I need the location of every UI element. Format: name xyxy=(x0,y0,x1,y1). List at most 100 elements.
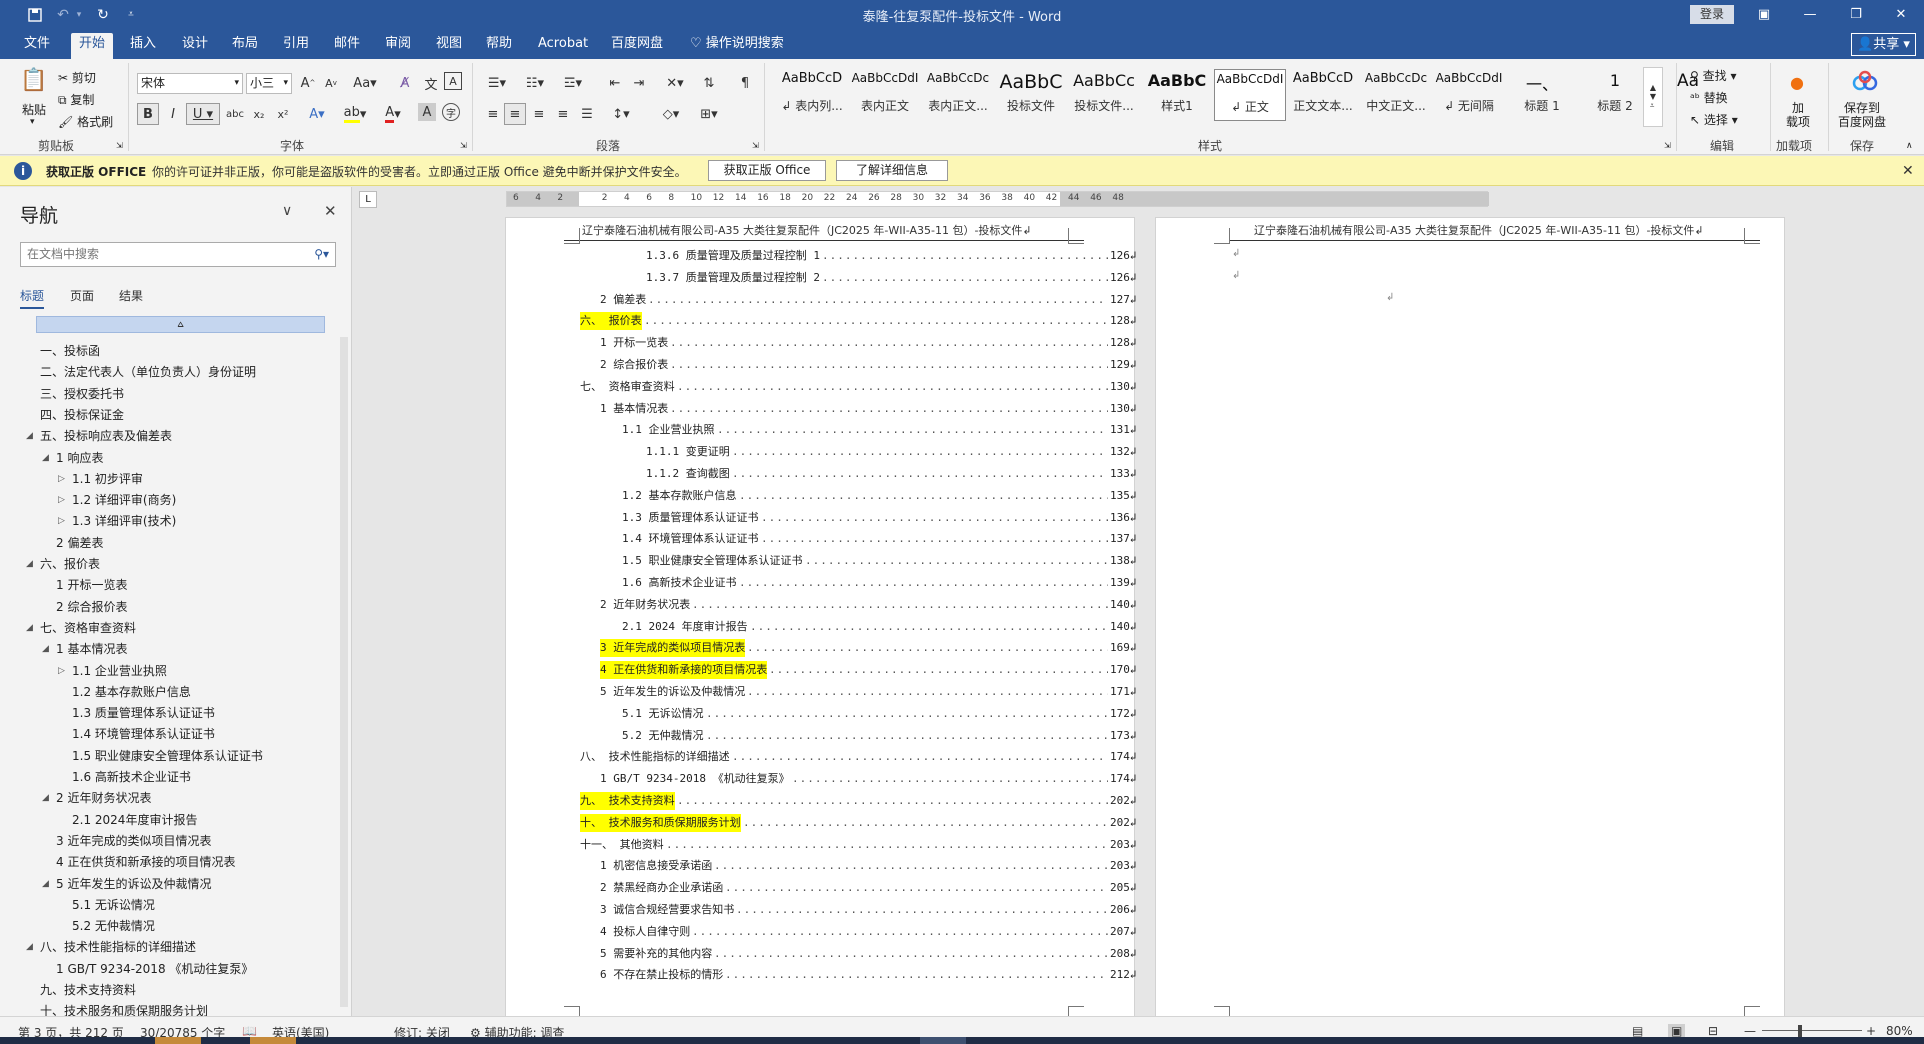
proofing-icon[interactable]: 📖 xyxy=(242,1024,257,1038)
nav-scroll-up-bar[interactable]: ⩟ xyxy=(36,316,325,333)
underline-icon[interactable]: U ▾ xyxy=(186,103,220,125)
style-gallery-item[interactable]: 1 标题 2 xyxy=(1579,69,1651,121)
nav-heading-item[interactable]: 1.6 高新技术企业证书 xyxy=(72,767,191,787)
sort-icon[interactable]: ⇅ xyxy=(698,72,720,94)
tab-references[interactable]: 引用 xyxy=(275,33,317,59)
toc-entry[interactable]: 4 投标人自律守则...............................… xyxy=(580,923,1160,941)
nav-heading-item[interactable]: 1.2 基本存款账户信息 xyxy=(72,682,191,702)
collapse-arrow-icon[interactable]: ◢ xyxy=(42,874,49,894)
zoom-slider[interactable] xyxy=(1762,1030,1862,1031)
toc-entry[interactable]: 1 基本情况表.................................… xyxy=(580,400,1160,418)
distributed-icon[interactable]: ☰ xyxy=(576,103,598,125)
change-case-icon[interactable]: Aa▾ xyxy=(350,72,380,94)
toc-entry[interactable]: 5 近年发生的诉讼及仲裁情况..........................… xyxy=(580,683,1160,701)
numbering-icon[interactable]: ☷▾ xyxy=(520,72,550,94)
nav-heading-item[interactable]: 5.2 无仲裁情况 xyxy=(72,916,155,936)
print-layout-icon[interactable]: ▣ xyxy=(1668,1024,1686,1038)
toc-entry[interactable]: 七、 资格审查资料...............................… xyxy=(580,378,1160,396)
zoom-level[interactable]: 80% xyxy=(1886,1024,1913,1038)
toc-entry[interactable]: 1.1.2 查询截图..............................… xyxy=(580,465,1160,483)
strikethrough-icon[interactable]: abc xyxy=(224,103,246,125)
toc-entry[interactable]: 1.1.1 变更证明..............................… xyxy=(580,443,1160,461)
document-page[interactable]: 辽宁泰隆石油机械有限公司-A35 大类往复泵配件（JC2025 年-WII-A3… xyxy=(1155,217,1785,1016)
toc-entry[interactable]: 1.3.7 质量管理及质量过程控制 2.....................… xyxy=(580,269,1160,287)
nav-heading-item[interactable]: 2 偏差表 xyxy=(56,533,103,553)
toc-entry[interactable]: 5 需要补充的其他内容.............................… xyxy=(580,945,1160,963)
paste-dropdown-icon[interactable]: ▾ xyxy=(30,117,35,127)
close-icon[interactable]: ✕ xyxy=(1902,163,1914,179)
toc-entry[interactable]: 2.1 2024 年度审计报告.........................… xyxy=(580,618,1160,636)
style-gallery-item[interactable]: AaBbCcDdI ↲ 正文 xyxy=(1214,69,1286,121)
nav-heading-item[interactable]: 2 综合报价表 xyxy=(56,597,127,617)
select-button[interactable]: ↖ 选择 ▾ xyxy=(1690,111,1738,128)
nav-tab-results[interactable]: 结果 xyxy=(119,287,143,304)
collapse-ribbon-icon[interactable]: ∧ xyxy=(1906,141,1913,151)
nav-heading-item[interactable]: 5.1 无诉讼情况 xyxy=(72,895,155,915)
zoom-slider-thumb[interactable] xyxy=(1798,1025,1802,1037)
toc-entry[interactable]: 1.3 质量管理体系认证证书..........................… xyxy=(580,509,1160,527)
nav-heading-item[interactable]: 1.5 职业健康安全管理体系认证证书 xyxy=(72,746,263,766)
align-right-icon[interactable]: ≡ xyxy=(528,103,550,125)
nav-heading-item[interactable]: 六、报价表 xyxy=(40,554,100,574)
nav-heading-item[interactable]: 四、投标保证金 xyxy=(40,405,124,425)
paste-button[interactable]: 粘贴 xyxy=(22,101,46,118)
font-launcher-icon[interactable]: ⇲ xyxy=(460,141,467,150)
increase-indent-icon[interactable]: ⇥ xyxy=(628,72,650,94)
toc-entry[interactable]: 5.1 无诉讼情况...............................… xyxy=(580,705,1160,723)
shrink-font-icon[interactable]: Av xyxy=(320,72,342,94)
tab-home[interactable]: 开始 xyxy=(71,33,114,59)
share-button[interactable]: 👤共享 ▾ xyxy=(1851,33,1916,56)
login-button[interactable]: 登录 xyxy=(1690,5,1734,24)
style-gallery-item[interactable]: AaBbC 样式1 xyxy=(1141,69,1213,121)
toc-entry[interactable]: 1.6 高新技术企业证书............................… xyxy=(580,574,1160,592)
tab-mailings[interactable]: 邮件 xyxy=(326,33,368,59)
tab-selector[interactable]: L xyxy=(359,191,377,208)
toc-entry[interactable]: 十、 技术服务和质保期服务计划.........................… xyxy=(580,813,1160,832)
clear-formatting-icon[interactable]: A̸ xyxy=(394,72,416,94)
search-icon[interactable]: ⚲▾ xyxy=(314,243,329,266)
toc-entry[interactable]: 2 偏差表...................................… xyxy=(580,291,1160,309)
nav-search-input[interactable]: 在文档中搜索 ⚲▾ xyxy=(20,242,336,267)
collapse-arrow-icon[interactable]: ◢ xyxy=(26,426,33,446)
bold-icon[interactable]: B xyxy=(137,103,159,125)
nav-heading-item[interactable]: 3 近年完成的类似项目情况表 xyxy=(56,831,211,851)
nav-heading-item[interactable]: 1.2 详细评审(商务) xyxy=(72,490,176,510)
close-icon[interactable]: ✕ xyxy=(1878,0,1924,29)
superscript-icon[interactable]: x² xyxy=(272,103,294,125)
nav-options-chevron-icon[interactable]: ∨ xyxy=(282,203,292,219)
grow-font-icon[interactable]: A ^ xyxy=(297,72,319,94)
nav-heading-item[interactable]: 1.4 环境管理体系认证证书 xyxy=(72,724,215,744)
styles-launcher-icon[interactable]: ⇲ xyxy=(1664,141,1671,150)
horizontal-ruler[interactable]: 6 4 2 2 4 6 8 10 12 14 16 18 20 22 24 26 28 30 32 34 36 38 40 4… xyxy=(506,191,1489,207)
nav-heading-item[interactable]: 1.3 质量管理体系认证证书 xyxy=(72,703,215,723)
collapse-arrow-icon[interactable]: ◢ xyxy=(26,618,33,638)
nav-heading-item[interactable]: 1.3 详细评审(技术) xyxy=(72,511,176,531)
learn-more-button[interactable]: 了解详细信息 xyxy=(836,160,948,181)
tell-me-search[interactable]: ♡ 操作说明搜索 xyxy=(690,33,784,55)
tab-insert[interactable]: 插入 xyxy=(122,33,164,59)
toc-entry[interactable]: 八、 技术性能指标的详细描述..........................… xyxy=(580,748,1160,766)
chinese-layout-icon[interactable]: ✕▾ xyxy=(660,72,690,94)
tab-view[interactable]: 视图 xyxy=(428,33,470,59)
style-gallery-item[interactable]: AaBbCcD ↲ 表内列... xyxy=(776,69,848,121)
font-name-select[interactable]: 宋体 ▾ xyxy=(137,73,243,94)
baidu-netdisk-icon[interactable] xyxy=(1850,67,1880,95)
collapse-arrow-icon[interactable]: ◢ xyxy=(42,448,49,468)
expand-arrow-icon[interactable]: ▷ xyxy=(58,469,65,489)
toc-entry[interactable]: 1.2 基本存款账户信息............................… xyxy=(580,487,1160,505)
collapse-arrow-icon[interactable]: ◢ xyxy=(42,788,49,808)
collapse-arrow-icon[interactable]: ◢ xyxy=(26,554,33,574)
style-gallery-item[interactable]: AaBbCcDc 表内正文... xyxy=(922,69,994,121)
tab-file[interactable]: 文件 xyxy=(16,33,58,59)
text-effects-icon[interactable]: A▾ xyxy=(302,103,332,125)
style-gallery-item[interactable]: AaBbCc 投标文件... xyxy=(1068,69,1140,121)
find-button[interactable]: ⚲ 查找 ▾ xyxy=(1690,67,1736,84)
toc-entry[interactable]: 1.3.6 质量管理及质量过程控制 1.....................… xyxy=(580,247,1160,265)
nav-heading-item[interactable]: 二、法定代表人（单位负责人）身份证明 xyxy=(40,362,256,382)
nav-heading-item[interactable]: 三、授权委托书 xyxy=(40,384,124,404)
tab-design[interactable]: 设计 xyxy=(174,33,216,59)
style-gallery-item[interactable]: AaBbCcDdI 表内正文 xyxy=(849,69,921,121)
tab-review[interactable]: 审阅 xyxy=(377,33,419,59)
nav-heading-item[interactable]: 4 正在供货和新承接的项目情况表 xyxy=(56,852,235,872)
tab-help[interactable]: 帮助 xyxy=(478,33,520,59)
